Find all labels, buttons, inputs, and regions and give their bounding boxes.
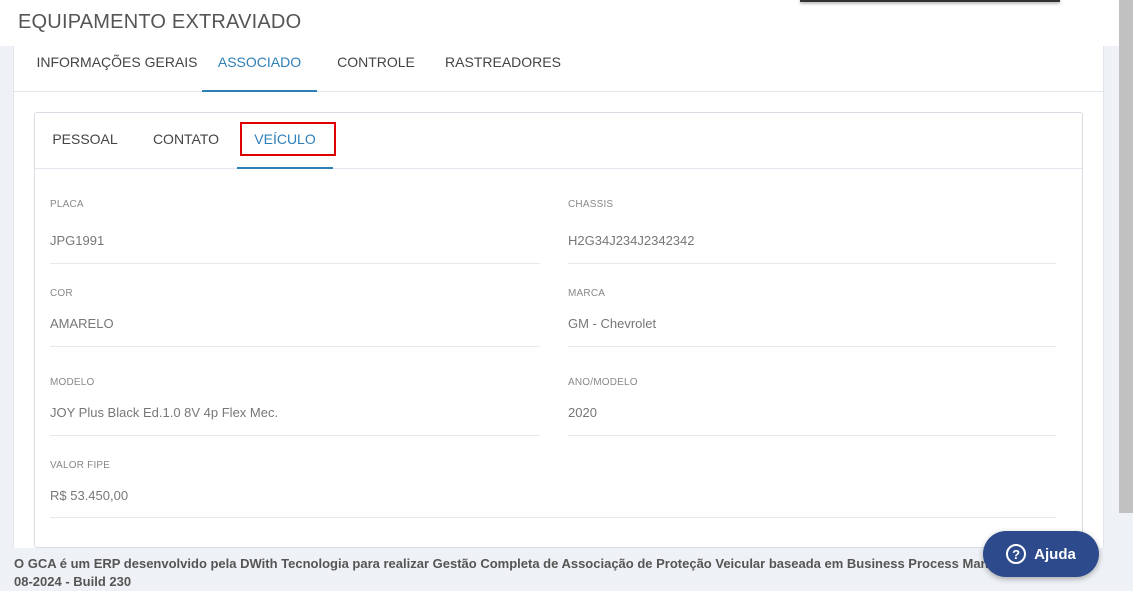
highlight-box [240,122,336,156]
tab-pessoal[interactable]: PESSOAL [45,113,125,169]
field-label: MODELO [50,377,95,388]
tab-associado[interactable]: ASSOCIADO [202,46,317,92]
page-title: EQUIPAMENTO EXTRAVIADO [18,11,302,33]
main-tabs: INFORMAÇÕES GERAIS ASSOCIADO CONTROLE RA… [14,46,1103,92]
field-value: GM - Chevrolet [568,316,657,331]
footer-line-2: 08-2024 - Build 230 [14,574,132,589]
tab-controle[interactable]: CONTROLE [333,46,419,92]
field-value: R$ 53.450,00 [50,488,129,503]
field-label: ANO/MODELO [568,377,638,388]
field-label: COR [50,288,73,299]
field-ano-modelo: ANO/MODELO 2020 [568,377,1056,437]
field-value: H2G34J234J2342342 [568,233,695,248]
field-divider [50,517,1056,518]
dropdown-edge [800,0,1060,2]
field-divider [568,435,1056,436]
field-modelo: MODELO JOY Plus Black Ed.1.0 8V 4p Flex … [50,377,540,437]
tab-informacoes-gerais[interactable]: INFORMAÇÕES GERAIS [34,46,200,92]
footer-text-main: O GCA é um ERP desenvolvido pela DWith T… [14,556,1023,571]
field-cor: COR AMARELO [50,288,540,348]
footer-text: O GCA é um ERP desenvolvido pela DWith T… [14,555,1104,591]
field-label: CHASSIS [568,199,614,210]
help-button[interactable]: ? Ajuda [983,531,1099,577]
field-placa: PLACA JPG1991 [50,199,540,265]
field-value: 2020 [568,405,597,420]
field-divider [50,263,540,264]
field-valor-fipe: VALOR FIPE R$ 53.450,00 [50,460,1056,518]
field-label: VALOR FIPE [50,460,111,471]
field-divider [568,346,1056,347]
help-button-label: Ajuda [1034,545,1076,563]
tab-rastreadores[interactable]: RASTREADORES [444,46,562,92]
field-chassis: CHASSIS H2G34J234J2342342 [568,199,1056,265]
field-value: JOY Plus Black Ed.1.0 8V 4p Flex Mec. [50,405,279,420]
field-marca: MARCA GM - Chevrolet [568,288,1056,348]
question-circle-icon: ? [1006,544,1027,564]
associado-card: PESSOAL CONTATO VEÍCULO PLACA JPG1991 CH… [34,112,1083,548]
page-header: EQUIPAMENTO EXTRAVIADO [0,0,1119,46]
sub-tabs: PESSOAL CONTATO VEÍCULO [35,113,1082,169]
field-label: PLACA [50,199,84,210]
field-divider [568,263,1056,264]
tab-contato[interactable]: CONTATO [146,113,226,169]
scrollbar-thumb[interactable] [1119,0,1133,513]
field-label: MARCA [568,288,606,299]
field-value: AMARELO [50,316,114,331]
field-value: JPG1991 [50,233,105,248]
field-divider [50,435,540,436]
main-card: INFORMAÇÕES GERAIS ASSOCIADO CONTROLE RA… [13,46,1104,548]
footer-line-1: O GCA é um ERP desenvolvido pela DWith T… [14,555,1104,573]
field-divider [50,346,540,347]
